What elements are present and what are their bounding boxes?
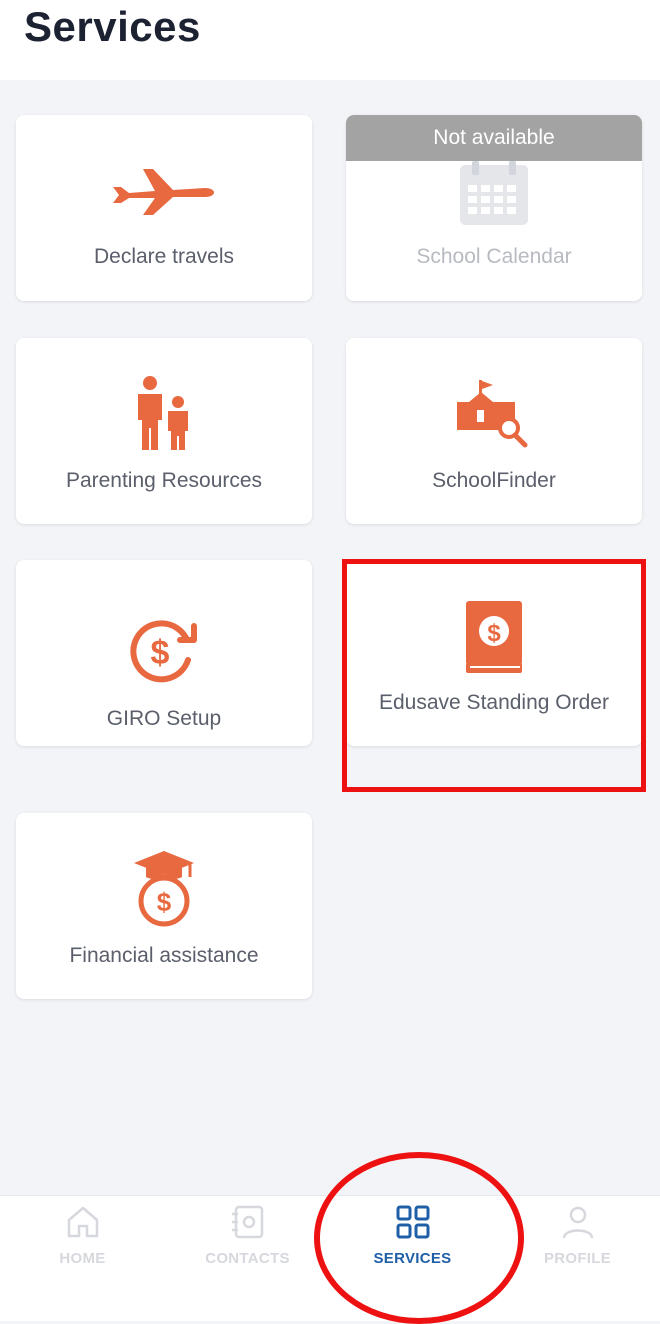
not-available-badge: Not available	[346, 115, 642, 161]
grid-icon	[330, 1204, 495, 1240]
graduation-money-bag-icon: $	[16, 851, 312, 927]
service-card-school-calendar[interactable]: Not available School Calendar	[346, 115, 642, 301]
service-label: Edusave Standing Order	[379, 691, 609, 714]
service-card-parenting-resources[interactable]: Parenting Resources	[16, 338, 312, 524]
nav-label: SERVICES	[373, 1250, 452, 1267]
home-icon	[0, 1204, 165, 1240]
recurring-dollar-icon: $	[16, 618, 312, 684]
nav-contacts[interactable]: CONTACTS	[165, 1196, 330, 1321]
service-card-declare-travels[interactable]: Declare travels	[16, 115, 312, 301]
dollar-book-icon: $	[346, 601, 642, 673]
calendar-icon	[346, 161, 642, 227]
service-label: Declare travels	[93, 245, 235, 268]
service-label: Financial assistance	[69, 944, 259, 967]
service-card-giro-setup[interactable]: $ GIRO Setup	[16, 560, 312, 746]
airplane-icon	[16, 165, 312, 215]
service-label: GIRO Setup	[106, 707, 222, 730]
school-search-icon	[346, 380, 642, 448]
service-card-edusave-standing-order[interactable]: $ Edusave Standing Order	[346, 560, 642, 746]
service-card-financial-assistance[interactable]: $ Financial assistance	[16, 813, 312, 999]
service-card-schoolfinder[interactable]: SchoolFinder	[346, 338, 642, 524]
bottom-nav: HOME CONTACTS SERVICES PROFILE	[0, 1195, 660, 1321]
service-label: SchoolFinder	[432, 469, 556, 492]
nav-label: CONTACTS	[205, 1250, 290, 1267]
nav-label: PROFILE	[543, 1250, 612, 1267]
nav-profile[interactable]: PROFILE	[495, 1196, 660, 1321]
person-icon	[495, 1204, 660, 1240]
svg-text:$: $	[487, 620, 501, 647]
service-label: Parenting Resources	[65, 469, 263, 492]
parent-child-icon	[16, 376, 312, 450]
nav-services[interactable]: SERVICES	[330, 1196, 495, 1321]
svg-text:$: $	[151, 634, 170, 672]
contacts-icon	[165, 1204, 330, 1240]
app-header: Services	[0, 0, 660, 80]
page-title: Services	[24, 3, 201, 50]
svg-text:$: $	[157, 887, 172, 917]
nav-label: HOME	[59, 1250, 106, 1267]
service-label: School Calendar	[416, 245, 572, 268]
nav-home[interactable]: HOME	[0, 1196, 165, 1321]
